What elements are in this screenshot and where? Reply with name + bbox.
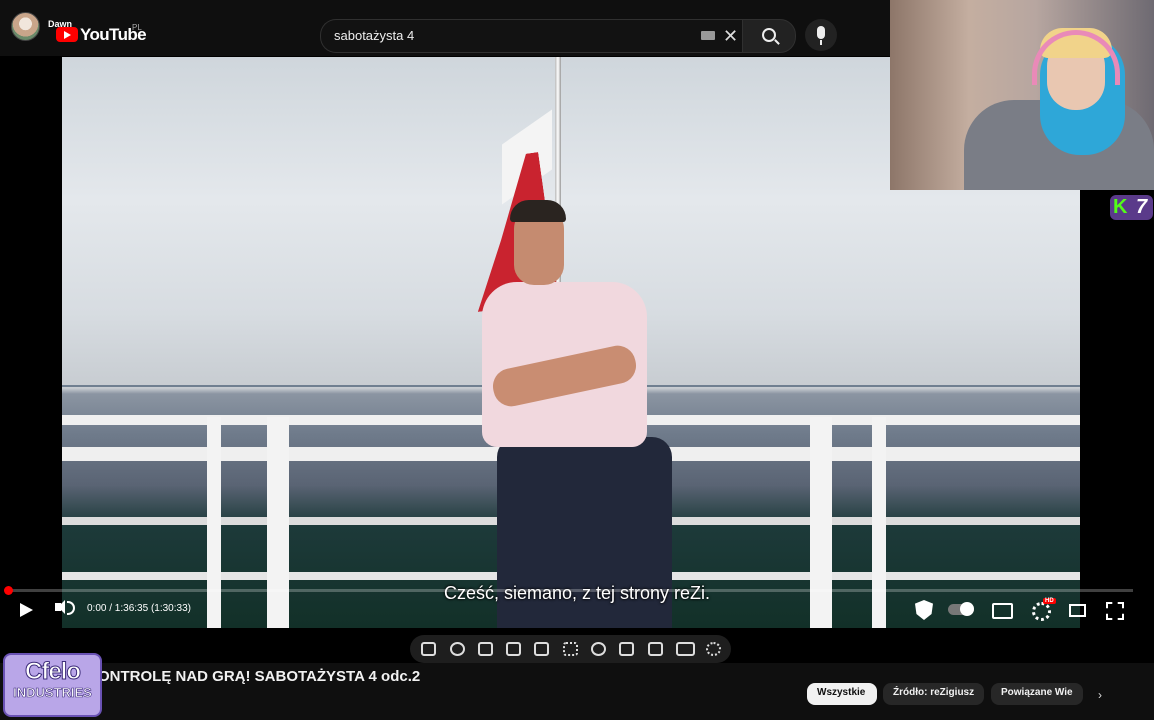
kick-count: 7	[1136, 196, 1148, 218]
avatar[interactable]	[11, 12, 40, 41]
search-query[interactable]: sabotażysta 4	[334, 28, 414, 43]
masthead: Dawn YouTube PL sabotażysta 4 ✕	[0, 0, 890, 56]
keyboard-icon[interactable]	[701, 31, 715, 40]
camera-icon[interactable]	[648, 642, 663, 656]
logo-top-text: Cfelo	[25, 658, 82, 685]
progress-bar[interactable]	[8, 589, 1133, 592]
autoplay-toggle[interactable]	[948, 602, 974, 616]
keyboard-icon[interactable]	[676, 642, 695, 656]
search-icon	[762, 28, 776, 42]
chip-source[interactable]: Źródło: reZigiusz	[883, 683, 984, 705]
captions-icon[interactable]	[992, 603, 1013, 619]
loop-icon[interactable]	[421, 642, 436, 656]
mic-icon	[817, 26, 825, 45]
gear-icon[interactable]	[1032, 602, 1051, 621]
clear-search-icon[interactable]: ✕	[723, 27, 738, 45]
search-button[interactable]	[742, 19, 796, 53]
video-title: ONTROLĘ NAD GRĄ! SABOTAŻYSTA 4 odc.2	[98, 668, 421, 685]
extension-toolbar	[410, 635, 731, 663]
webcam-overlay	[890, 0, 1154, 190]
logo-bottom-text: INDUSTRIES	[13, 685, 92, 701]
add-icon[interactable]	[619, 642, 634, 656]
chip-related[interactable]: Powiązane Wie	[991, 683, 1083, 705]
grid-icon[interactable]	[563, 642, 578, 656]
volume-icon[interactable]	[55, 600, 75, 615]
eye-icon[interactable]	[478, 642, 493, 656]
kick-badge: K 7	[1110, 195, 1153, 220]
theater-mode-icon[interactable]	[1069, 604, 1086, 617]
chevron-right-icon[interactable]: ›	[1098, 688, 1102, 702]
chip-all[interactable]: Wszystkie	[807, 683, 877, 705]
speed-icon[interactable]	[591, 642, 606, 656]
search-input[interactable]: sabotażysta 4 ✕	[320, 19, 743, 53]
kick-logo: K	[1113, 196, 1128, 218]
hd-badge: HD	[1043, 598, 1056, 604]
youtube-logo-icon[interactable]	[56, 27, 78, 42]
time-display: 0:00 / 1:36:35 (1:30:33)	[87, 603, 191, 614]
resize-icon[interactable]	[534, 642, 549, 656]
region-label: PL	[132, 23, 142, 32]
audio-icon[interactable]	[450, 642, 465, 656]
fullscreen-icon[interactable]	[1106, 602, 1124, 620]
play-icon[interactable]	[20, 603, 33, 617]
channel-overlay-logo: Cfelo INDUSTRIES	[3, 653, 102, 717]
progress-scrubber[interactable]	[4, 586, 13, 595]
voice-search-button[interactable]	[805, 19, 837, 51]
person-hair	[510, 200, 566, 222]
video-subtitle: Cześć, siemano, z tej strony reZi.	[443, 583, 711, 603]
clapper-icon[interactable]	[506, 642, 521, 656]
settings-icon[interactable]	[706, 642, 721, 656]
